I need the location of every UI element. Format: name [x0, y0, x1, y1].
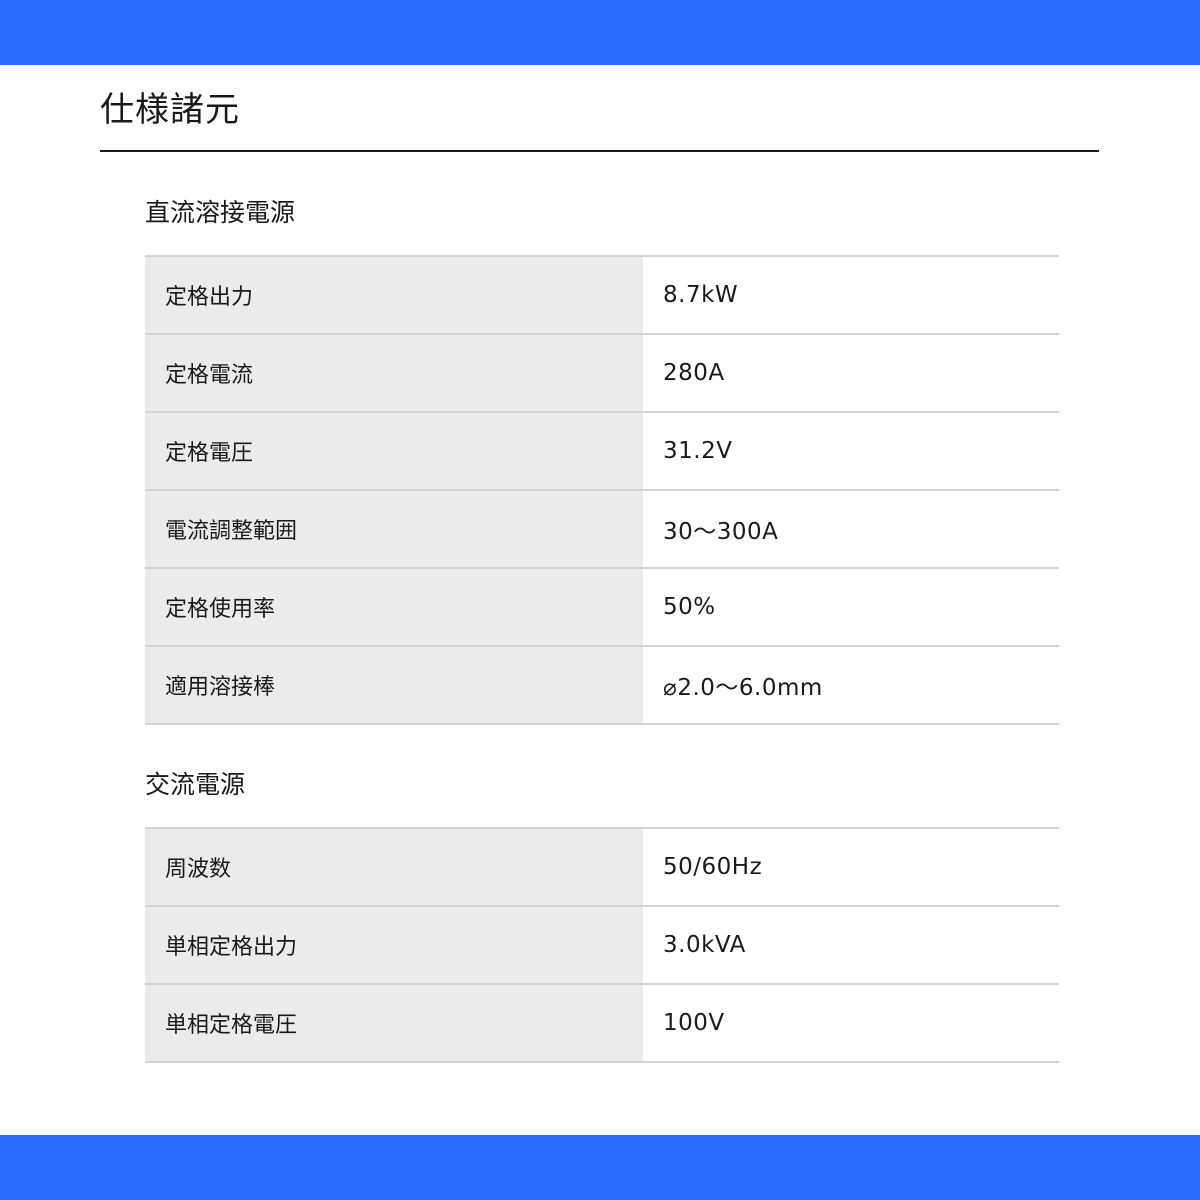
table-row: 単相定格電圧 100V [145, 983, 1059, 1063]
section-title-dc-power: 直流溶接電源 [145, 198, 296, 227]
top-banner [0, 0, 1200, 65]
spec-value: 280A [643, 333, 1059, 413]
title-divider [100, 150, 1099, 152]
spec-value: 30～300A [643, 489, 1059, 569]
spec-label: 単相定格出力 [145, 905, 643, 985]
spec-label: 単相定格電圧 [145, 983, 643, 1063]
spec-table-ac-power: 周波数 50/60Hz 単相定格出力 3.0kVA 単相定格電圧 100V [145, 827, 1059, 1063]
spec-label: 定格電圧 [145, 411, 643, 491]
spec-value: 100V [643, 983, 1059, 1063]
table-row: 定格使用率 50% [145, 567, 1059, 647]
table-row: 単相定格出力 3.0kVA [145, 905, 1059, 985]
page-title: 仕様諸元 [100, 90, 240, 130]
spec-value: 50% [643, 567, 1059, 647]
table-row: 電流調整範囲 30～300A [145, 489, 1059, 569]
section-title-ac-power: 交流電源 [145, 770, 246, 799]
spec-label: 周波数 [145, 827, 643, 907]
spec-label: 電流調整範囲 [145, 489, 643, 569]
bottom-banner [0, 1135, 1200, 1200]
table-row: 適用溶接棒 ⌀2.0～6.0mm [145, 645, 1059, 725]
spec-label: 定格使用率 [145, 567, 643, 647]
table-row: 定格電流 280A [145, 333, 1059, 413]
table-row: 定格出力 8.7kW [145, 255, 1059, 335]
table-row: 定格電圧 31.2V [145, 411, 1059, 491]
spec-value: 8.7kW [643, 255, 1059, 335]
spec-value: 3.0kVA [643, 905, 1059, 985]
spec-label: 適用溶接棒 [145, 645, 643, 725]
table-row: 周波数 50/60Hz [145, 827, 1059, 907]
spec-value: 31.2V [643, 411, 1059, 491]
spec-value: 50/60Hz [643, 827, 1059, 907]
spec-table-dc-power: 定格出力 8.7kW 定格電流 280A 定格電圧 31.2V 電流調整範囲 3… [145, 255, 1059, 725]
spec-label: 定格電流 [145, 333, 643, 413]
spec-value: ⌀2.0～6.0mm [643, 645, 1059, 725]
spec-label: 定格出力 [145, 255, 643, 335]
